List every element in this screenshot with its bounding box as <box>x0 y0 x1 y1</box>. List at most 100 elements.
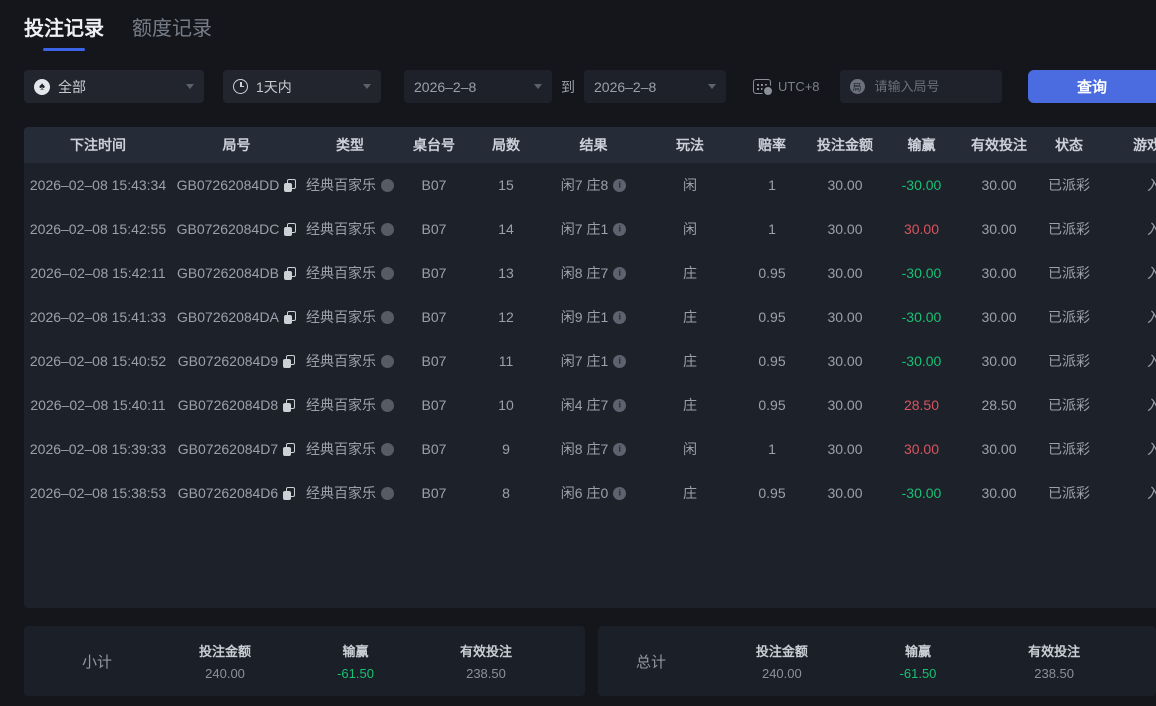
tab-quota-records[interactable]: 额度记录 <box>132 12 212 51</box>
cell-table-no-text: B07 <box>421 177 447 193</box>
cell-round-no-text: 9 <box>502 441 510 457</box>
cell-odds: 0.95 <box>736 485 808 501</box>
copy-icon[interactable] <box>284 178 297 192</box>
cell-bet-time: 2026–02–08 15:39:33 <box>24 441 172 457</box>
copy-icon[interactable] <box>284 222 297 236</box>
info-icon[interactable] <box>613 354 627 368</box>
copy-icon[interactable] <box>283 486 296 500</box>
cell-status: 已派彩 <box>1037 219 1101 239</box>
provider-icon <box>381 398 394 412</box>
info-icon[interactable] <box>613 266 627 280</box>
cell-play-text: 庄 <box>683 265 697 281</box>
summary-stat-label: 投注金额 <box>755 644 808 659</box>
cell-status: 已派彩 <box>1037 307 1101 327</box>
cell-game-type-text: 经典百家乐 <box>306 221 376 237</box>
cell-round-no: 12 <box>469 309 543 325</box>
copy-icon[interactable] <box>283 266 296 280</box>
date-to-picker[interactable]: 2026–2–8 <box>584 70 726 103</box>
table-row: 2026–02–08 15:42:11 GB07262084DB 经典百家乐 B07 1… <box>24 251 1156 295</box>
info-icon[interactable] <box>613 310 627 324</box>
cell-game-type-text: 经典百家乐 <box>306 485 376 501</box>
summary-stat-value: 240.00 <box>205 666 245 681</box>
cell-result-text: 闲7 庄1 <box>560 353 609 369</box>
calendar-clock-icon <box>753 79 774 97</box>
cell-result-text: 闲4 庄7 <box>560 397 609 413</box>
info-icon[interactable] <box>613 398 627 412</box>
cell-result-text: 闲7 庄8 <box>560 177 609 193</box>
copy-icon[interactable] <box>283 354 296 368</box>
cell-play-text: 闲 <box>683 441 697 457</box>
query-button[interactable]: 查询 <box>1028 70 1156 103</box>
cell-round-no: 9 <box>469 441 543 457</box>
provider-icon <box>381 178 394 192</box>
cell-win-loss: -30.00 <box>882 309 961 325</box>
cell-bet-time-text: 2026–02–08 15:38:53 <box>29 485 167 501</box>
cell-bet-amount-text: 30.00 <box>827 309 863 325</box>
cell-table-no-text: B07 <box>421 441 447 457</box>
cell-bet-time: 2026–02–08 15:41:33 <box>24 309 172 325</box>
column-header: 桌台号 <box>413 137 455 153</box>
round-search-input[interactable] <box>872 78 992 95</box>
cell-bet-amount-text: 30.00 <box>827 177 863 193</box>
records-table: 下注时间 局号 类型 桌台号 局数 结果 玩法 赔率 投注金额 输赢 有效投注 状态 游戏模式 2026… <box>24 127 1156 608</box>
cell-valid-bet-text: 30.00 <box>981 221 1017 237</box>
cell-round-id: GB07262084D6 <box>172 485 301 501</box>
info-icon[interactable] <box>613 442 627 456</box>
cell-odds-text: 1 <box>768 177 776 193</box>
cell-round-no-text: 11 <box>498 353 514 369</box>
game-type-dropdown[interactable]: 全部 <box>24 70 204 103</box>
chevron-down-icon <box>708 84 716 89</box>
subtotal-title: 小计 <box>82 653 113 671</box>
cell-game-type: 经典百家乐 <box>301 483 399 503</box>
copy-icon[interactable] <box>283 310 296 324</box>
cell-win-loss: 28.50 <box>882 397 961 413</box>
cell-status: 已派彩 <box>1037 483 1101 503</box>
cell-game-type: 经典百家乐 <box>301 395 399 415</box>
cell-result: 闲7 庄8 <box>543 175 644 195</box>
cell-game-mode: 入座 <box>1101 351 1156 371</box>
cell-bet-amount-text: 30.00 <box>827 441 863 457</box>
info-icon[interactable] <box>613 222 627 236</box>
time-range-dropdown[interactable]: 1天内 <box>223 70 381 103</box>
cell-round-no-text: 14 <box>498 221 514 237</box>
cell-odds: 0.95 <box>736 397 808 413</box>
cell-win-loss: 30.00 <box>882 221 961 237</box>
cell-status: 已派彩 <box>1037 395 1101 415</box>
summary-total-stats: 投注金额 240.00 输赢 -61.50 有效投注 238.50 <box>680 641 1156 681</box>
cell-valid-bet: 30.00 <box>961 265 1037 281</box>
copy-icon[interactable] <box>283 398 296 412</box>
summary-subtotal-stats: 投注金额 240.00 输赢 -61.50 有效投注 238.50 <box>126 641 585 681</box>
info-icon[interactable] <box>613 486 627 500</box>
date-from-picker[interactable]: 2026–2–8 <box>404 70 552 103</box>
cell-bet-amount-text: 30.00 <box>827 221 863 237</box>
cell-valid-bet-text: 28.50 <box>981 397 1017 413</box>
copy-icon[interactable] <box>283 442 296 456</box>
cell-round-id-text: GB07262084D9 <box>177 353 279 369</box>
summary-stat-value: -61.50 <box>899 666 937 681</box>
cell-play: 庄 <box>644 307 736 327</box>
cell-status: 已派彩 <box>1037 263 1101 283</box>
tab-betting-records[interactable]: 投注记录 <box>24 12 104 51</box>
timezone-indicator: UTC+8 <box>753 79 820 97</box>
cell-valid-bet: 30.00 <box>961 485 1037 501</box>
cell-game-type-text: 经典百家乐 <box>306 309 376 325</box>
cell-bet-time-text: 2026–02–08 15:42:55 <box>29 221 167 237</box>
cell-table-no: B07 <box>399 485 469 501</box>
cell-round-id-text: GB07262084DD <box>176 177 280 193</box>
info-icon[interactable] <box>613 178 627 192</box>
cell-round-no-text: 15 <box>498 177 514 193</box>
cell-round-id-text: GB07262084D7 <box>177 441 279 457</box>
cell-play-text: 庄 <box>683 397 697 413</box>
cell-bet-amount: 30.00 <box>808 309 882 325</box>
provider-icon <box>381 486 394 500</box>
cell-bet-time: 2026–02–08 15:38:53 <box>24 485 172 501</box>
cell-table-no: B07 <box>399 221 469 237</box>
column-header: 输赢 <box>907 137 936 153</box>
cell-game-type: 经典百家乐 <box>301 219 399 239</box>
cell-play: 庄 <box>644 483 736 503</box>
column-header: 类型 <box>336 137 364 153</box>
cell-game-mode: 入座 <box>1101 483 1156 503</box>
cell-status-text: 已派彩 <box>1048 353 1090 369</box>
cell-bet-time: 2026–02–08 15:43:34 <box>24 177 172 193</box>
cell-result-text: 闲8 庄7 <box>560 265 609 281</box>
